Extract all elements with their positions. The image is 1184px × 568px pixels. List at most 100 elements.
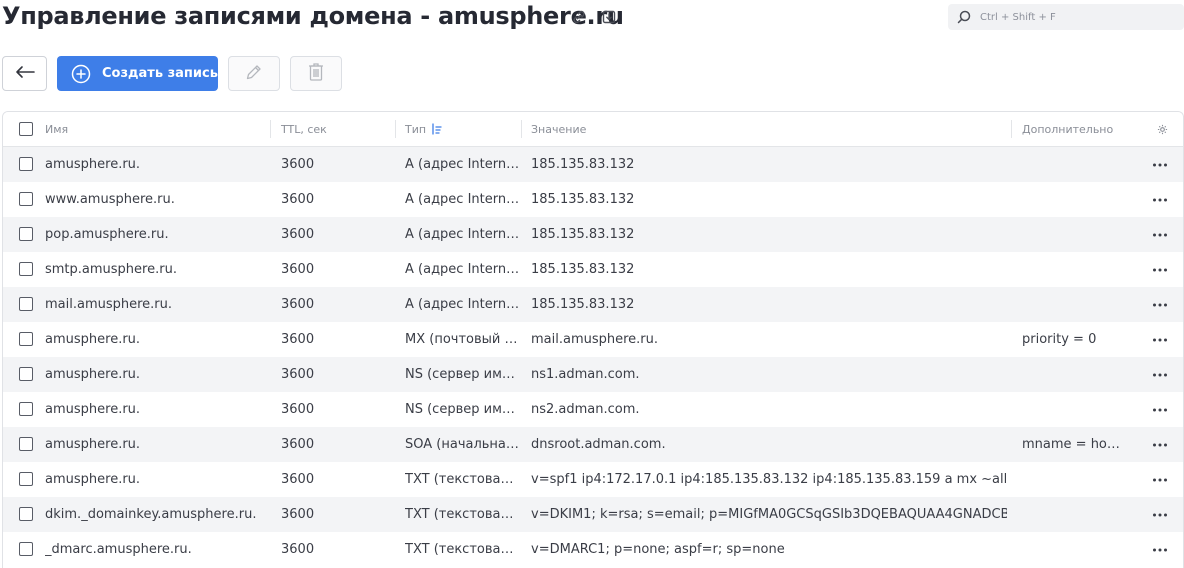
edit-button[interactable] bbox=[228, 56, 280, 91]
record-type-cell: TXT (текстова… bbox=[405, 542, 514, 557]
column-divider[interactable] bbox=[270, 120, 271, 138]
row-checkbox[interactable] bbox=[19, 227, 33, 241]
record-extra-cell bbox=[1022, 357, 1122, 392]
create-record-button[interactable]: Создать запись bbox=[57, 56, 218, 91]
record-extra-cell bbox=[1022, 287, 1122, 322]
record-name-cell: pop.amusphere.ru. bbox=[45, 227, 169, 242]
table-row[interactable]: mail.amusphere.ru. 3600 A (адрес Intern… 18… bbox=[3, 287, 1183, 322]
record-name-cell: amusphere.ru. bbox=[45, 332, 141, 347]
record-name-cell: www.amusphere.ru. bbox=[45, 192, 175, 207]
record-ttl-cell: 3600 bbox=[281, 227, 315, 242]
record-ttl-cell: 3600 bbox=[281, 262, 315, 277]
row-checkbox[interactable] bbox=[19, 402, 33, 416]
more-actions-icon[interactable] bbox=[1147, 357, 1173, 392]
more-actions-icon[interactable] bbox=[1147, 497, 1173, 532]
row-checkbox[interactable] bbox=[19, 507, 33, 521]
select-all-checkbox[interactable] bbox=[19, 122, 33, 136]
record-ttl-cell: 3600 bbox=[281, 367, 315, 382]
record-extra-cell bbox=[1022, 497, 1122, 532]
row-checkbox[interactable] bbox=[19, 262, 33, 276]
table-row[interactable]: dkim._domainkey.amusphere.ru. 3600 TXT (те… bbox=[3, 497, 1183, 532]
row-checkbox[interactable] bbox=[19, 297, 33, 311]
row-checkbox[interactable] bbox=[19, 542, 33, 556]
record-value-cell: v=DKIM1; k=rsa; s=email; p=MIGfMA0GCSqGS… bbox=[531, 507, 1007, 522]
record-extra-cell bbox=[1022, 182, 1122, 217]
more-actions-icon[interactable] bbox=[1147, 182, 1173, 217]
record-ttl-cell: 3600 bbox=[281, 297, 315, 312]
back-button[interactable] bbox=[2, 56, 47, 91]
record-extra-cell bbox=[1022, 252, 1122, 287]
record-ttl-cell: 3600 bbox=[281, 402, 315, 417]
more-actions-icon[interactable] bbox=[1147, 252, 1173, 287]
record-value-cell: v=spf1 ip4:172.17.0.1 ip4:185.135.83.132… bbox=[531, 472, 1007, 487]
row-checkbox[interactable] bbox=[19, 192, 33, 206]
more-actions-icon[interactable] bbox=[1147, 392, 1173, 427]
link-icon[interactable] bbox=[568, 6, 590, 28]
table-row[interactable]: amusphere.ru. 3600 SOA (начальна… dnsroot.a… bbox=[3, 427, 1183, 462]
table-row[interactable]: www.amusphere.ru. 3600 A (адрес Intern… 185… bbox=[3, 182, 1183, 217]
table-row[interactable]: amusphere.ru. 3600 NS (сервер им… ns2.adman… bbox=[3, 392, 1183, 427]
table-row[interactable]: _dmarc.amusphere.ru. 3600 TXT (текстова… v=… bbox=[3, 532, 1183, 567]
record-name-cell: amusphere.ru. bbox=[45, 157, 141, 172]
column-header-ttl[interactable]: TTL, сек bbox=[281, 112, 327, 146]
trash-icon bbox=[306, 61, 326, 87]
record-extra-cell: priority = 0 bbox=[1022, 332, 1097, 347]
record-type-cell: MX (почтовый … bbox=[405, 332, 518, 347]
sort-icon[interactable] bbox=[431, 122, 443, 136]
more-actions-icon[interactable] bbox=[1147, 462, 1173, 497]
row-checkbox[interactable] bbox=[19, 437, 33, 451]
record-value-cell: ns1.adman.com. bbox=[531, 367, 640, 382]
more-actions-icon[interactable] bbox=[1147, 287, 1173, 322]
search-input[interactable] bbox=[980, 11, 1170, 23]
record-extra-cell bbox=[1022, 217, 1122, 252]
record-ttl-cell: 3600 bbox=[281, 157, 315, 172]
column-divider[interactable] bbox=[395, 120, 396, 138]
table-row[interactable]: amusphere.ru. 3600 MX (почтовый … mail.amus… bbox=[3, 322, 1183, 357]
pencil-icon bbox=[244, 62, 264, 86]
record-name-cell: amusphere.ru. bbox=[45, 402, 141, 417]
row-checkbox[interactable] bbox=[19, 367, 33, 381]
export-icon[interactable] bbox=[598, 6, 620, 28]
record-ttl-cell: 3600 bbox=[281, 437, 315, 452]
column-header-name[interactable]: Имя bbox=[45, 112, 68, 146]
more-actions-icon[interactable] bbox=[1147, 322, 1173, 357]
record-extra-cell bbox=[1022, 532, 1122, 567]
record-name-cell: amusphere.ru. bbox=[45, 437, 141, 452]
record-ttl-cell: 3600 bbox=[281, 542, 315, 557]
more-actions-icon[interactable] bbox=[1147, 147, 1173, 182]
page-header: Управление записями домена - amusphere.r… bbox=[0, 0, 1184, 40]
table-row[interactable]: smtp.amusphere.ru. 3600 A (адрес Intern… 18… bbox=[3, 252, 1183, 287]
more-actions-icon[interactable] bbox=[1147, 532, 1173, 567]
dns-records-table: Имя TTL, сек Тип Значение Дополнительно … bbox=[2, 111, 1184, 568]
record-type-cell: TXT (текстова… bbox=[405, 472, 514, 487]
column-header-value[interactable]: Значение bbox=[531, 112, 586, 146]
global-search[interactable] bbox=[948, 4, 1184, 30]
delete-button[interactable] bbox=[290, 56, 342, 91]
record-type-cell: TXT (текстова… bbox=[405, 507, 514, 522]
record-type-cell: SOA (начальна… bbox=[405, 437, 519, 452]
table-row[interactable]: amusphere.ru. 3600 NS (сервер им… ns1.adman… bbox=[3, 357, 1183, 392]
more-actions-icon[interactable] bbox=[1147, 427, 1173, 462]
column-divider[interactable] bbox=[521, 120, 522, 138]
record-value-cell: 185.135.83.132 bbox=[531, 192, 635, 207]
more-actions-icon[interactable] bbox=[1147, 217, 1173, 252]
record-value-cell: dnsroot.adman.com. bbox=[531, 437, 666, 452]
record-extra-cell bbox=[1022, 147, 1122, 182]
column-header-type[interactable]: Тип bbox=[405, 112, 443, 146]
record-value-cell: ns2.adman.com. bbox=[531, 402, 640, 417]
record-ttl-cell: 3600 bbox=[281, 507, 315, 522]
record-extra-cell bbox=[1022, 392, 1122, 427]
row-checkbox[interactable] bbox=[19, 472, 33, 486]
record-type-cell: A (адрес Intern… bbox=[405, 157, 519, 172]
table-row[interactable]: amusphere.ru. 3600 TXT (текстова… v=spf1 ip… bbox=[3, 462, 1183, 497]
record-name-cell: dkim._domainkey.amusphere.ru. bbox=[45, 507, 257, 522]
column-settings-icon[interactable] bbox=[1157, 112, 1168, 146]
row-checkbox[interactable] bbox=[19, 332, 33, 346]
row-checkbox[interactable] bbox=[19, 157, 33, 171]
column-divider[interactable] bbox=[1011, 120, 1012, 138]
table-row[interactable]: pop.amusphere.ru. 3600 A (адрес Intern… 185… bbox=[3, 217, 1183, 252]
column-header-extra[interactable]: Дополнительно bbox=[1022, 112, 1113, 146]
arrow-left-icon bbox=[14, 64, 36, 83]
table-row[interactable]: amusphere.ru. 3600 A (адрес Intern… 185.135… bbox=[3, 147, 1183, 182]
toolbar: Создать запись bbox=[0, 56, 400, 92]
